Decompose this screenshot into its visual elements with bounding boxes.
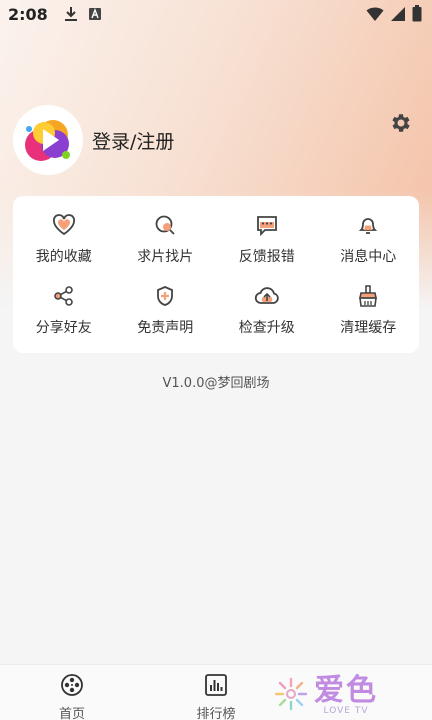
status-bar: 2:08	[0, 0, 432, 28]
status-time: 2:08	[8, 4, 48, 24]
shield-icon	[152, 283, 178, 309]
nav-item-home[interactable]: 首页	[32, 673, 112, 720]
avatar[interactable]	[13, 105, 83, 175]
menu-item-clear-cache[interactable]: 清理缓存	[318, 275, 420, 346]
watermark-logo: 爱色 LOVE TV	[272, 672, 422, 720]
share-icon	[51, 283, 77, 309]
bar-chart-icon	[204, 673, 228, 701]
film-reel-icon	[60, 673, 84, 701]
status-indicators	[366, 5, 422, 26]
app-logo-icon	[18, 110, 78, 170]
menu-label: 清理缓存	[340, 319, 397, 336]
menu-label: 分享好友	[35, 319, 92, 336]
nav-item-ranking[interactable]: 排行榜	[176, 673, 256, 720]
menu-label: 检查升级	[238, 319, 295, 336]
version-text: V1.0.0@梦回剧场	[162, 376, 270, 391]
menu-label: 免责声明	[137, 319, 194, 336]
nav-label-home: 首页	[58, 707, 85, 720]
search-film-icon	[152, 212, 178, 238]
feedback-icon	[254, 212, 280, 238]
menu-item-share[interactable]: 分享好友	[13, 275, 115, 346]
menu-label: 求片找片	[137, 249, 194, 266]
signal-icon	[390, 6, 406, 26]
flower-logo-icon	[272, 675, 310, 717]
login-register-link[interactable]: 登录/注册	[92, 127, 174, 154]
gear-icon	[392, 114, 410, 132]
nav-label-ranking: 排行榜	[196, 707, 236, 720]
cloud-upload-icon	[254, 283, 280, 309]
menu-item-favorites[interactable]: 我的收藏	[13, 204, 115, 275]
watermark-text: 爱色 LOVE TV	[314, 673, 378, 717]
menu-item-disclaimer[interactable]: 免责声明	[115, 275, 217, 346]
download-icon	[64, 6, 78, 22]
battery-icon	[412, 5, 422, 26]
broom-icon	[355, 283, 381, 309]
menu-item-messages[interactable]: 消息中心	[318, 204, 420, 275]
menu-card: 我的收藏 求片找片 反馈报错 消息中心 分享好友 免责声明 检查升级 清理缓存	[13, 196, 419, 353]
settings-button[interactable]	[386, 108, 416, 138]
menu-label: 反馈报错	[238, 249, 295, 266]
menu-label: 消息中心	[340, 249, 397, 266]
menu-label: 我的收藏	[35, 249, 92, 266]
menu-item-check-update[interactable]: 检查升级	[216, 275, 318, 346]
menu-item-feedback[interactable]: 反馈报错	[216, 204, 318, 275]
menu-item-request-film[interactable]: 求片找片	[115, 204, 217, 275]
watermark-sub-text: LOVE TV	[323, 706, 369, 716]
heart-icon	[51, 212, 77, 238]
wifi-icon	[366, 6, 384, 26]
app-notification-icon	[88, 7, 102, 21]
watermark-main-text: 爱色	[314, 673, 378, 708]
bell-icon	[355, 212, 381, 238]
